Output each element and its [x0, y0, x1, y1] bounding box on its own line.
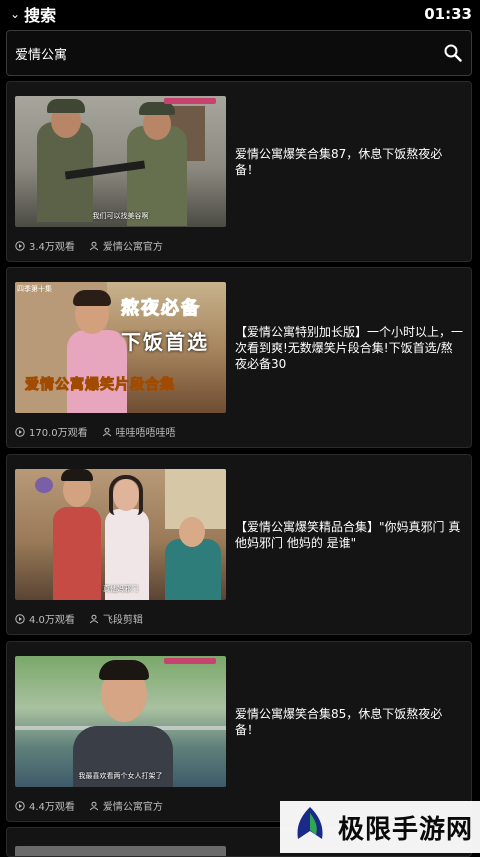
- user-icon: [89, 241, 99, 251]
- thumbnail-overlay-text: 下饭首选: [121, 330, 209, 354]
- video-thumbnail[interactable]: 我们可以找美谷啊: [15, 96, 226, 227]
- view-count: 3.4万观看: [29, 242, 75, 253]
- chevron-down-icon: ⌄: [10, 7, 21, 21]
- back-button[interactable]: ⌄ 搜索: [0, 2, 56, 26]
- channel-logo: [164, 658, 216, 664]
- author-name[interactable]: 爱情公寓官方: [103, 238, 163, 253]
- video-subtitle: 我最喜欢看两个女人打架了: [78, 772, 163, 780]
- video-meta: 3.4万观看 爱情公寓官方: [15, 238, 163, 253]
- status-time: 01:33: [424, 5, 472, 23]
- author-name[interactable]: 飞段剪辑: [103, 611, 143, 626]
- video-meta: 170.0万观看 哇哇唔唔哇唔: [15, 424, 176, 439]
- video-card[interactable]: 我们可以找美谷啊 爱情公寓爆笑合集87，休息下饭熬夜必备！ 3.4万观看 爱情公…: [6, 81, 472, 262]
- view-count: 4.0万观看: [29, 615, 75, 626]
- author-name[interactable]: 爱情公寓官方: [103, 798, 163, 813]
- watermark-logo-icon: [290, 805, 330, 849]
- search-input[interactable]: 爱情公寓: [7, 44, 67, 63]
- view-count: 4.4万观看: [29, 802, 75, 813]
- video-title[interactable]: 爱情公寓爆笑合集87，休息下饭熬夜必备！: [235, 82, 463, 242]
- video-meta: 4.4万观看 爱情公寓官方: [15, 798, 163, 813]
- thumbnail-overlay-text: 爱情公寓爆笑片段合集: [25, 377, 175, 394]
- user-icon: [89, 801, 99, 811]
- play-count-icon: [15, 800, 25, 811]
- search-field[interactable]: 爱情公寓: [6, 30, 472, 76]
- video-thumbnail[interactable]: 我最喜欢看两个女人打架了: [15, 656, 226, 787]
- video-thumbnail[interactable]: 真他妈邪门: [15, 469, 226, 600]
- video-card[interactable]: 四季第十集 熬夜必备 下饭首选 爱情公寓爆笑片段合集 【爱情公寓特别加长版】一个…: [6, 267, 472, 448]
- search-icon[interactable]: [435, 35, 471, 71]
- play-count-icon: [15, 613, 25, 624]
- play-count-icon: [15, 426, 25, 437]
- user-icon: [89, 614, 99, 624]
- play-count-icon: [15, 240, 25, 251]
- video-card[interactable]: 真他妈邪门 【爱情公寓爆笑精品合集】"你妈真邪门 真他妈邪门 他妈的 是谁" 4…: [6, 454, 472, 635]
- user-icon: [102, 427, 112, 437]
- page-title: 搜索: [24, 6, 57, 25]
- author-name[interactable]: 哇哇唔唔哇唔: [116, 424, 176, 439]
- video-title[interactable]: 【爱情公寓特别加长版】一个小时以上，一次看到爽!无数爆笑片段合集!下饭首选/熬夜…: [235, 268, 463, 428]
- view-count: 170.0万观看: [29, 428, 88, 439]
- top-bar: ⌄ 搜索 01:33: [0, 0, 480, 28]
- video-meta: 4.0万观看 飞段剪辑: [15, 611, 143, 626]
- watermark: 极限手游网: [280, 801, 480, 853]
- channel-logo: [164, 98, 216, 104]
- thumbnail-overlay-text: 熬夜必备: [121, 298, 201, 320]
- watermark-text: 极限手游网: [338, 814, 474, 845]
- video-title[interactable]: 爱情公寓爆笑合集85，休息下饭熬夜必备！: [235, 642, 463, 802]
- episode-label: 四季第十集: [17, 285, 52, 293]
- video-subtitle: 我们可以找美谷啊: [92, 212, 149, 220]
- video-card[interactable]: 我最喜欢看两个女人打架了 爱情公寓爆笑合集85，休息下饭熬夜必备！ 4.4万观看…: [6, 641, 472, 822]
- video-thumbnail[interactable]: [15, 846, 226, 856]
- video-subtitle: 真他妈邪门: [103, 585, 138, 593]
- video-thumbnail[interactable]: 四季第十集 熬夜必备 下饭首选 爱情公寓爆笑片段合集: [15, 282, 226, 413]
- video-title[interactable]: 【爱情公寓爆笑精品合集】"你妈真邪门 真他妈邪门 他妈的 是谁": [235, 455, 463, 615]
